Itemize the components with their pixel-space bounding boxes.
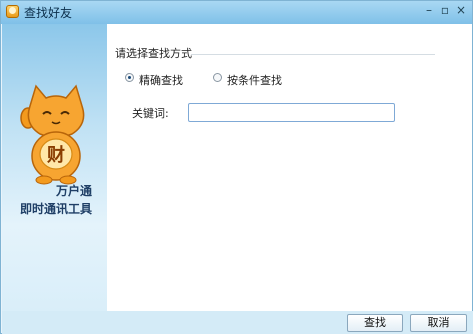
brand-line-1: 万户通 [55, 184, 92, 198]
radio-checked-icon[interactable] [125, 73, 134, 82]
radio-unchecked-icon[interactable] [213, 73, 222, 82]
maximize-icon[interactable]: ▫ [437, 3, 453, 17]
brand-line-2: 即时通讯工具 [19, 202, 92, 216]
close-icon[interactable]: × [453, 3, 469, 17]
radio-label: 按条件查找 [227, 74, 282, 87]
find-friend-window: 查找好友 – ▫ × 财 万户通 即时通讯工具 请选择查找方式 精确查找 按条件… [0, 0, 473, 334]
mascot-cat-icon: 财 [20, 84, 85, 185]
keyword-label: 关键词: [132, 107, 169, 120]
keyword-input[interactable] [188, 103, 395, 122]
sidebar-banner: 财 万户通 即时通讯工具 [2, 24, 107, 311]
window-title: 查找好友 [24, 6, 73, 20]
radio-label: 精确查找 [139, 74, 183, 87]
app-icon [6, 5, 19, 18]
section-divider [191, 54, 435, 55]
mascot-character: 财 [47, 144, 65, 166]
minimize-icon[interactable]: – [421, 3, 437, 17]
cancel-button[interactable]: 取消 [410, 314, 467, 332]
radio-exact-search[interactable]: 精确查找 [125, 72, 195, 87]
section-title: 请选择查找方式 [115, 47, 192, 60]
button-bar: 查找 取消 [2, 311, 473, 334]
title-bar[interactable]: 查找好友 – ▫ × [1, 1, 472, 24]
radio-condition-search[interactable]: 按条件查找 [213, 72, 293, 87]
search-panel: 请选择查找方式 精确查找 按条件查找 关键词: [107, 24, 472, 311]
find-button[interactable]: 查找 [347, 314, 403, 332]
